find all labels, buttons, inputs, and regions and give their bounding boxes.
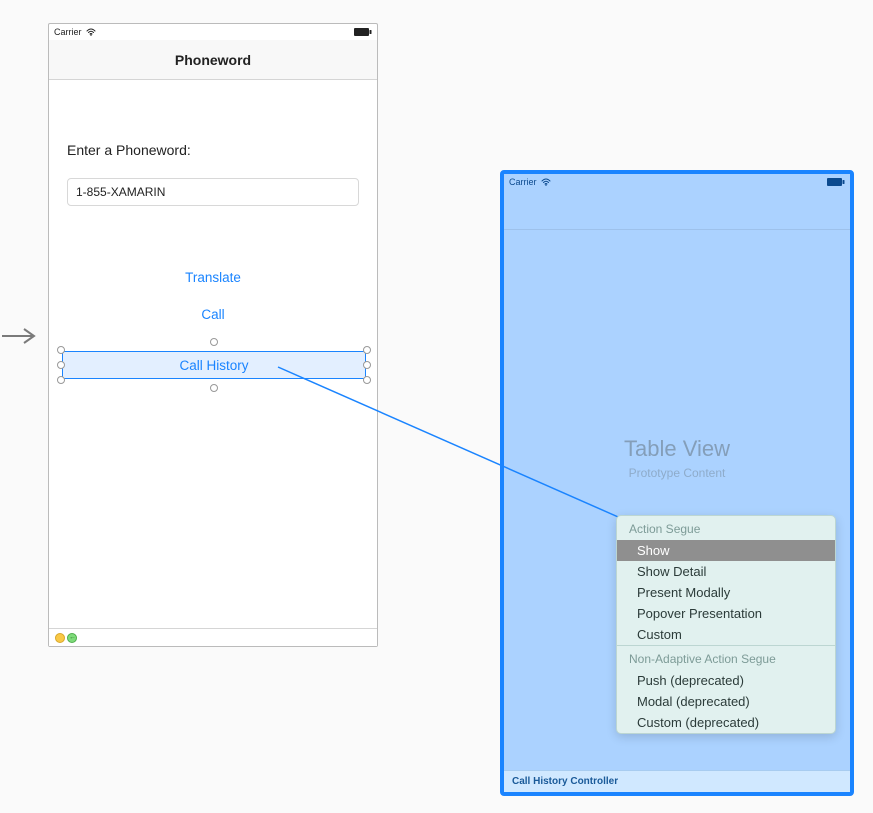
- navigation-bar: Phoneword: [49, 40, 377, 80]
- resize-handle[interactable]: [210, 384, 218, 392]
- resize-handle[interactable]: [57, 361, 65, 369]
- segue-option-show[interactable]: Show: [617, 540, 835, 561]
- segue-option-custom-deprecated[interactable]: Custom (deprecated): [617, 712, 835, 733]
- wifi-icon: [86, 28, 96, 36]
- call-history-button[interactable]: Call History: [62, 351, 366, 379]
- segue-menu[interactable]: Action Segue Show Show Detail Present Mo…: [616, 515, 836, 734]
- battery-icon: [827, 178, 845, 186]
- table-view-placeholder: Table View Prototype Content: [624, 436, 730, 480]
- call-history-button-selection[interactable]: Call History: [62, 351, 366, 379]
- resize-handle[interactable]: [57, 376, 65, 384]
- segue-option-show-detail[interactable]: Show Detail: [617, 561, 835, 582]
- table-view-title: Table View: [624, 436, 730, 462]
- resize-handle[interactable]: [363, 361, 371, 369]
- carrier-label: Carrier: [54, 27, 82, 37]
- segue-option-present-modally[interactable]: Present Modally: [617, 582, 835, 603]
- table-view-subtitle: Prototype Content: [624, 466, 730, 480]
- phoneword-input[interactable]: [67, 178, 359, 206]
- segue-option-popover[interactable]: Popover Presentation: [617, 603, 835, 624]
- segue-option-push[interactable]: Push (deprecated): [617, 670, 835, 691]
- segue-option-custom[interactable]: Custom: [617, 624, 835, 645]
- translate-button[interactable]: Translate: [185, 270, 241, 285]
- prompt-label: Enter a Phoneword:: [67, 142, 359, 158]
- first-responder-icon[interactable]: [55, 633, 65, 643]
- resize-handle[interactable]: [210, 338, 218, 346]
- carrier-label: Carrier: [509, 177, 537, 187]
- menu-header-nonadaptive: Non-Adaptive Action Segue: [617, 646, 835, 670]
- menu-header-action: Action Segue: [617, 516, 835, 540]
- incoming-segue-arrow: [2, 326, 42, 346]
- scene-footer: Call History Controller: [504, 770, 850, 792]
- nav-title: Phoneword: [175, 52, 251, 68]
- resize-handle[interactable]: [363, 346, 371, 354]
- call-history-label: Call History: [179, 358, 248, 373]
- wifi-icon: [541, 178, 551, 186]
- scene-footer: [49, 628, 377, 646]
- battery-icon: [354, 28, 372, 36]
- scene-phoneword: Carrier Phoneword Enter a Phoneword: Tra…: [48, 23, 378, 647]
- navigation-bar: [504, 190, 850, 230]
- resize-handle[interactable]: [363, 376, 371, 384]
- exit-icon[interactable]: [67, 633, 77, 643]
- resize-handle[interactable]: [57, 346, 65, 354]
- status-bar: Carrier: [49, 24, 377, 40]
- call-button[interactable]: Call: [201, 307, 224, 322]
- controller-name-label: Call History Controller: [512, 776, 618, 787]
- segue-option-modal[interactable]: Modal (deprecated): [617, 691, 835, 712]
- status-bar: Carrier: [504, 174, 850, 190]
